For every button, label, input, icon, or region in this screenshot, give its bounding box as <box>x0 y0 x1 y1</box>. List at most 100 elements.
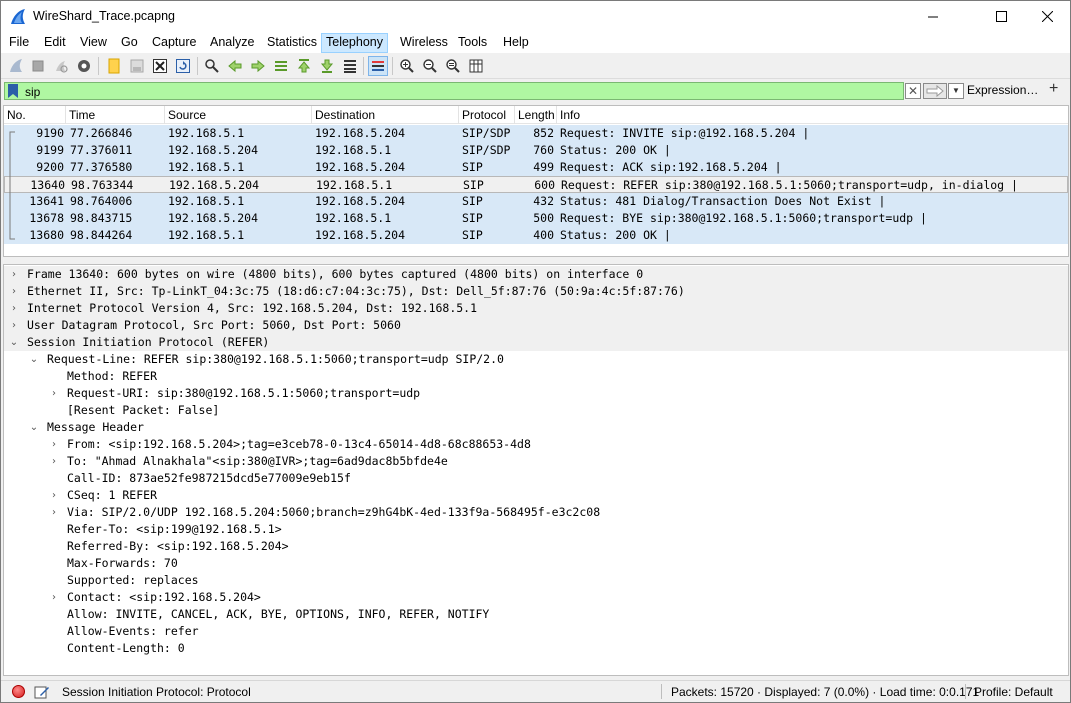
col-destination[interactable]: Destination <box>312 106 459 124</box>
detail-tree-item[interactable]: › From: <sip:192.168.5.204>;tag=e3ceb78-0… <box>4 436 1068 453</box>
detail-tree-item[interactable]: › Via: SIP/2.0/UDP 192.168.5.204:5060;bra… <box>4 504 1068 521</box>
autoscroll-icon[interactable] <box>340 56 360 76</box>
expand-arrow-icon[interactable]: › <box>8 266 20 283</box>
shark-fin-start-icon[interactable] <box>6 56 26 76</box>
detail-tree-item[interactable]: › Frame 13640: 600 bytes on wire (4800 bi… <box>4 266 1068 283</box>
menu-analyze[interactable]: Analyze <box>206 33 258 53</box>
detail-tree-item[interactable]: Method: REFER <box>4 368 1068 385</box>
resize-columns-icon[interactable] <box>466 56 486 76</box>
packet-row[interactable]: 13640 98.763344 192.168.5.204 192.168.5.1 SI… <box>4 176 1068 193</box>
packet-row[interactable]: 13678 98.843715 192.168.5.204 192.168.5.1 SI… <box>4 210 1068 227</box>
detail-tree-item[interactable]: Allow: INVITE, CANCEL, ACK, BYE, OPTIONS… <box>4 606 1068 623</box>
last-packet-icon[interactable] <box>317 56 337 76</box>
colorize-icon[interactable] <box>368 56 388 76</box>
detail-tree-item[interactable]: ⌄ Session Initiation Protocol (REFER) <box>4 334 1068 351</box>
menu-view[interactable]: View <box>76 33 111 53</box>
detail-tree-item[interactable]: › Request-URI: sip:380@192.168.5.1:5060;t… <box>4 385 1068 402</box>
menu-telephony[interactable]: Telephony <box>321 33 388 53</box>
expand-arrow-icon[interactable]: › <box>8 300 20 317</box>
menu-wireless[interactable]: Wireless <box>396 33 452 53</box>
detail-tree-item[interactable]: › Internet Protocol Version 4, Src: 192.1… <box>4 300 1068 317</box>
detail-tree-item[interactable]: Refer-To: <sip:199@192.168.5.1> <box>4 521 1068 538</box>
zoom-out-icon[interactable] <box>420 56 440 76</box>
stop-icon[interactable] <box>28 56 48 76</box>
expand-arrow-icon[interactable]: › <box>48 589 60 606</box>
menu-file[interactable]: File <box>5 33 33 53</box>
apply-filter-button[interactable] <box>923 83 947 99</box>
menu-edit[interactable]: Edit <box>40 33 70 53</box>
packet-row[interactable]: 13680 98.844264 192.168.5.1 192.168.5.204 SI… <box>4 227 1068 244</box>
col-protocol[interactable]: Protocol <box>459 106 515 124</box>
reload-icon[interactable] <box>173 56 193 76</box>
expand-arrow-icon[interactable]: › <box>8 317 20 334</box>
collapse-arrow-icon[interactable]: ⌄ <box>28 419 40 436</box>
expand-arrow-icon[interactable]: › <box>48 453 60 470</box>
detail-tree-item[interactable]: Supported: replaces <box>4 572 1068 589</box>
detail-tree-item[interactable]: Allow-Events: refer <box>4 623 1068 640</box>
expression-button[interactable]: Expression… <box>967 83 1038 97</box>
detail-tree-item[interactable]: › Ethernet II, Src: Tp-LinkT_04:3c:75 (18… <box>4 283 1068 300</box>
packet-cell-src: 192.168.5.1 <box>168 194 245 208</box>
expand-arrow-icon[interactable]: › <box>8 283 20 300</box>
detail-tree-item[interactable]: [Resent Packet: False] <box>4 402 1068 419</box>
expand-arrow-icon[interactable]: › <box>48 385 60 402</box>
filter-text[interactable]: sip <box>25 85 40 99</box>
menu-help[interactable]: Help <box>499 33 533 53</box>
minimize-button[interactable] <box>910 1 956 31</box>
detail-tree-item[interactable]: Max-Forwards: 70 <box>4 555 1068 572</box>
maximize-button[interactable] <box>978 1 1024 31</box>
open-file-icon[interactable] <box>104 56 124 76</box>
col-no[interactable]: No. <box>4 106 66 124</box>
collapse-arrow-icon[interactable]: ⌄ <box>28 351 40 368</box>
menu-statistics[interactable]: Statistics <box>263 33 321 53</box>
menu-capture[interactable]: Capture <box>148 33 200 53</box>
detail-tree-item[interactable]: Call-ID: 873ae52fe987215dcd5e77009e9eb15… <box>4 470 1068 487</box>
display-filter-input[interactable]: sip <box>4 82 904 100</box>
packet-row[interactable]: 9190 77.266846 192.168.5.1 192.168.5.204 SIP… <box>4 125 1068 142</box>
packet-row[interactable]: 9199 77.376011 192.168.5.204 192.168.5.1 SIP… <box>4 142 1068 159</box>
packet-row[interactable]: 9200 77.376580 192.168.5.1 192.168.5.204 SIP… <box>4 159 1068 176</box>
detail-tree-item[interactable]: ⌄ Request-Line: REFER sip:380@192.168.5.1… <box>4 351 1068 368</box>
find-icon[interactable] <box>202 56 222 76</box>
col-source[interactable]: Source <box>165 106 312 124</box>
normal-size-icon[interactable] <box>443 56 463 76</box>
detail-tree-item[interactable]: › User Datagram Protocol, Src Port: 5060,… <box>4 317 1068 334</box>
detail-tree-item[interactable]: Content-Length: 0 <box>4 640 1068 657</box>
expert-info-icon[interactable] <box>12 685 25 698</box>
expand-arrow-icon[interactable]: › <box>48 504 60 521</box>
collapse-arrow-icon[interactable]: ⌄ <box>8 334 20 351</box>
col-length[interactable]: Length <box>515 106 557 124</box>
close-file-icon[interactable] <box>150 56 170 76</box>
close-button[interactable] <box>1024 1 1070 31</box>
add-filter-button[interactable]: + <box>1049 80 1058 98</box>
status-packets-text: Packets: 15720 · Displayed: 7 (0.0%) · L… <box>671 685 980 699</box>
detail-tree-item[interactable]: Referred-By: <sip:192.168.5.204> <box>4 538 1068 555</box>
detail-tree-item[interactable]: ⌄ Message Header <box>4 419 1068 436</box>
col-time[interactable]: Time <box>66 106 165 124</box>
col-info[interactable]: Info <box>557 106 1068 124</box>
menu-go[interactable]: Go <box>117 33 142 53</box>
clear-filter-button[interactable]: ✕ <box>905 83 921 99</box>
bookmark-icon[interactable] <box>8 84 18 98</box>
go-to-packet-icon[interactable] <box>271 56 291 76</box>
expand-arrow-icon[interactable]: › <box>48 436 60 453</box>
zoom-in-icon[interactable] <box>397 56 417 76</box>
save-file-icon[interactable] <box>127 56 147 76</box>
capture-comment-icon[interactable] <box>34 684 50 700</box>
detail-tree-text: User Datagram Protocol, Src Port: 5060, … <box>27 318 401 332</box>
go-forward-icon[interactable] <box>248 56 268 76</box>
first-packet-icon[interactable] <box>294 56 314 76</box>
detail-tree-item[interactable]: › Contact: <sip:192.168.5.204> <box>4 589 1068 606</box>
filter-history-dropdown[interactable]: ▼ <box>948 83 964 99</box>
detail-tree-item[interactable]: › CSeq: 1 REFER <box>4 487 1068 504</box>
packet-cell-proto: SIP/SDP <box>462 126 511 140</box>
packet-row[interactable]: 13641 98.764006 192.168.5.1 192.168.5.204 SI… <box>4 193 1068 210</box>
detail-tree-text: Content-Length: 0 <box>67 641 185 655</box>
go-back-icon[interactable] <box>225 56 245 76</box>
options-icon[interactable] <box>74 56 94 76</box>
status-profile-text[interactable]: Profile: Default <box>974 685 1053 699</box>
expand-arrow-icon[interactable]: › <box>48 487 60 504</box>
detail-tree-item[interactable]: › To: "Ahmad Alnakhala"<sip:380@IVR>;tag=… <box>4 453 1068 470</box>
menu-tools[interactable]: Tools <box>454 33 491 53</box>
restart-icon[interactable] <box>51 56 71 76</box>
